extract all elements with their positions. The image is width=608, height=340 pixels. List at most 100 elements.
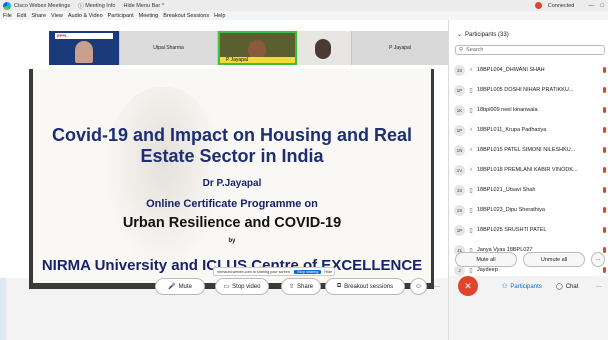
participant-row[interactable]: 1V ♁ 18BPL018 PREMLANI KABIR VINODK... [449,160,608,180]
share-button[interactable]: ⇧ Share [281,278,321,295]
stop-video-button[interactable]: ▭ Stop video [215,278,269,295]
mute-button[interactable]: 🎤 Mute [155,278,205,295]
menu-file[interactable]: File [3,13,12,19]
participant-name: 18bpl009 neel kinariwala [477,107,538,113]
menu-edit[interactable]: Edit [17,13,26,19]
menu-breakout-sessions[interactable]: Breakout Sessions [163,13,209,19]
headset-icon: ♁ [468,67,474,73]
toolbar-more-button[interactable]: ··· [596,278,602,295]
chevron-down-icon: ⌄ [457,32,463,38]
participants-label: Participants [510,283,542,290]
breakout-icon: ⧉ [336,283,342,289]
muted-mic-icon[interactable] [603,207,606,213]
active-speaker-tile[interactable]: P Jayapal [218,31,297,65]
meeting-stage: EPPL Utpal Sharma P Jayapal P Jayapal Co… [0,20,449,289]
share-icon: ⇧ [288,284,294,290]
panel-more-button[interactable]: ··· [591,252,605,267]
video-tile-name: P Jayapal [389,45,411,51]
webex-logo-icon [3,1,11,10]
menu-help[interactable]: Help [214,13,225,19]
participant-list: 1S ♁ 18BPL004_DHWANI SHAH 1P ▯ 18BPL005 DOSH… [449,60,608,280]
hide-notice-button[interactable]: Hide [324,270,332,274]
sharing-notice: nirmauni.webex.com is sharing your scree… [213,267,335,276]
video-tile[interactable] [297,31,352,65]
hide-menu-bar-button[interactable]: Hide Menu Bar ^ [123,3,164,9]
leave-meeting-button[interactable]: ✕ [458,276,478,296]
shared-slide: Covid-19 and Impact on Housing and Real … [29,69,434,283]
maximize-button[interactable]: □ [600,3,604,9]
phone-icon: ▯ [469,207,473,214]
participant-name: 18BPL021_Utsavi Shah [477,187,536,193]
unmute-all-button[interactable]: Unmute all [523,252,585,267]
participant-row[interactable]: 1P ▯ 18BPL025 SRUSHTI PATEL [449,220,608,240]
participant-name: Jaydeep [477,267,498,273]
video-banner: EPPL [55,33,113,39]
participant-row[interactable]: 1P ♁ 18BPL011_Krupa Padhariya [449,120,608,140]
stop-sharing-button[interactable]: Stop sharing [294,269,322,274]
muted-mic-icon[interactable] [603,67,606,73]
muted-mic-icon[interactable] [603,227,606,233]
muted-mic-icon[interactable] [603,147,606,153]
muted-mic-icon[interactable] [603,267,606,273]
participant-row[interactable]: 1K ▯ 18bpl009 neel kinariwala [449,100,608,120]
participant-search-input[interactable]: ⚲ Search [455,45,605,55]
participant-row[interactable]: 1P ▯ 18BPL005 DOSHI NIHAR PRATIKKU... [449,80,608,100]
menu-share[interactable]: Share [31,13,46,19]
video-tile[interactable]: EPPL [49,31,120,65]
participant-name: 18BPL023_Dipu Sherathiya [477,207,545,213]
menu-bar: File Edit Share View Audio & Video Parti… [0,11,608,20]
video-tile[interactable]: P Jayapal [352,31,449,65]
title-bar: Cisco Webex Meetings ⓘ Meeting Info Hide… [0,0,608,11]
camera-icon: ▭ [223,284,230,290]
menu-meeting[interactable]: Meeting [139,13,159,19]
mute-controls: Mute all Unmute all ··· [455,252,605,267]
participant-name: 18BPL004_DHWANI SHAH [477,67,545,73]
sharing-notice-text: nirmauni.webex.com is sharing your scree… [217,269,292,274]
participant-row[interactable]: 1S ♁ 18BPL004_DHWANI SHAH [449,60,608,80]
connection-status-icon [534,2,542,9]
menu-view[interactable]: View [51,13,63,19]
mute-options-chevron-down-icon[interactable]: ⌄ [203,278,213,295]
muted-mic-icon[interactable] [603,187,606,193]
video-tile-name: Utpal Sharma [153,45,184,51]
slide-title-line2: Estate Sector in India [140,146,324,166]
slide-title-line1: Covid-19 and Impact on Housing and Real [51,125,413,145]
phone-icon: ▯ [469,187,473,194]
meeting-info-button[interactable]: ⓘ Meeting Info [78,2,115,10]
muted-mic-icon[interactable] [603,87,606,93]
connection-status[interactable]: Connected [548,3,575,9]
participant-name: 18BPL005 DOSHI NIHAR PRATIKKU... [477,87,574,93]
menu-audio-video[interactable]: Audio & Video [68,13,103,19]
phone-icon: ▯ [469,267,473,274]
headset-icon: ♁ [468,147,474,153]
phone-icon: ▯ [469,227,473,234]
muted-mic-icon[interactable] [603,167,606,173]
participants-button[interactable]: ⚇ Participants [502,278,542,295]
reactions-button[interactable]: ☺ [410,278,427,295]
participant-row[interactable]: 1S ▯ 18BPL023_Dipu Sherathiya [449,200,608,220]
headset-icon: ♁ [468,167,474,173]
menu-participant[interactable]: Participant [108,13,134,19]
microphone-icon: 🎤 [168,284,176,290]
chat-button[interactable]: ◯ Chat [556,278,578,295]
avatar: 1P [454,224,465,236]
smiley-icon: ☺ [414,283,423,290]
participant-row[interactable]: 1S ▯ 18BPL021_Utsavi Shah [449,180,608,200]
muted-mic-icon[interactable] [603,107,606,113]
participants-panel-header[interactable]: ⌄ Participants (33) [457,31,509,39]
minimize-button[interactable]: — [588,3,594,9]
muted-mic-icon[interactable] [603,127,606,133]
mute-label: Mute [178,283,192,290]
more-options-button[interactable]: ··· [434,278,440,295]
mute-all-button[interactable]: Mute all [455,252,517,267]
avatar: 1S [454,64,465,76]
video-tile[interactable]: Utpal Sharma [120,31,218,65]
avatar: 1P [454,84,465,96]
slide-programme: Online Certificate Programme on [146,198,318,210]
avatar: 1V [454,164,465,176]
breakout-sessions-button[interactable]: ⧉ Breakout sessions [325,278,405,295]
video-options-chevron-down-icon[interactable]: ⌄ [268,278,278,295]
phone-icon: ▯ [469,87,473,94]
close-icon: ✕ [464,280,472,291]
participant-row[interactable]: 1N ♁ 18BPL015 PATEL SIMONI NILESHKU... [449,140,608,160]
